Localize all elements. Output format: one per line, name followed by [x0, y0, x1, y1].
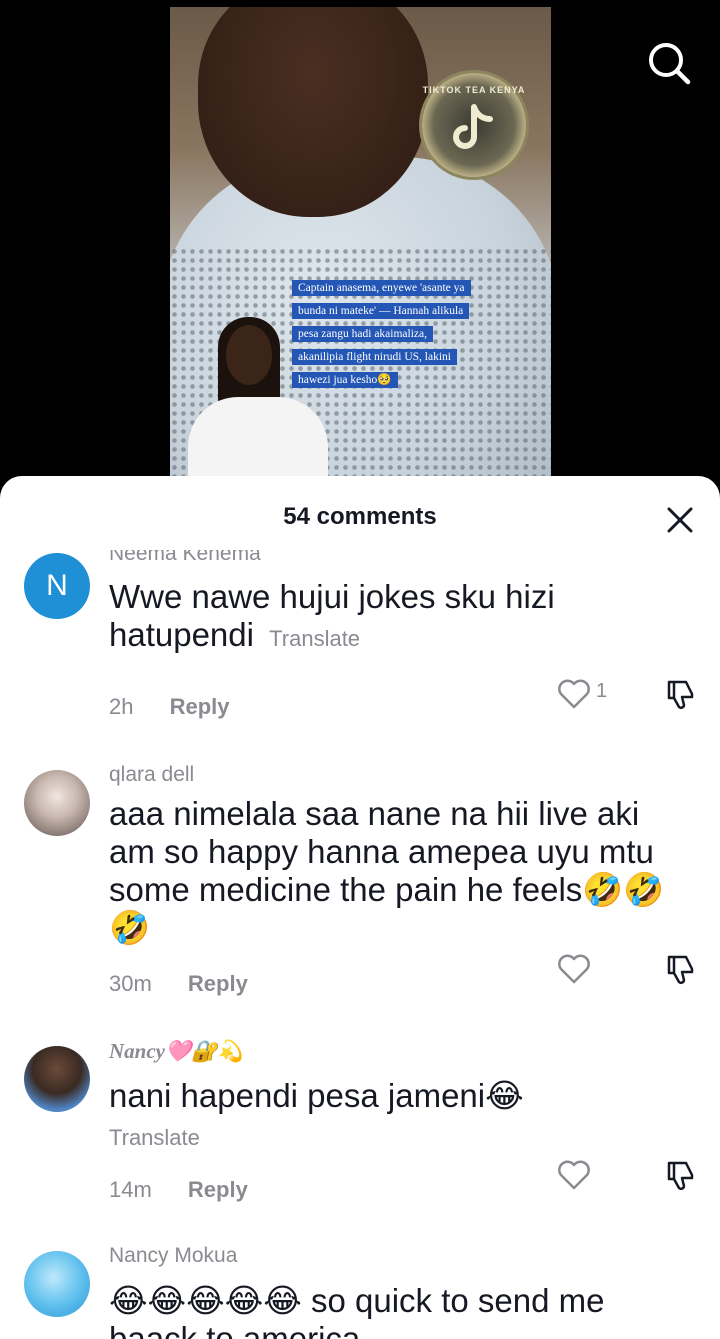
thumbs-down-icon — [667, 680, 694, 709]
like-button[interactable] — [557, 953, 591, 985]
caption-line: bunda ni mateke' — Hannah alikula — [292, 303, 470, 319]
search-icon — [649, 43, 691, 85]
caption-line: hawezi jua kesho🥺 — [292, 372, 398, 388]
close-icon — [667, 507, 693, 533]
video-frame: TIKTOK TEA KENYA Captain anasema, enyewe… — [170, 7, 551, 482]
search-button[interactable] — [646, 40, 692, 86]
avatar[interactable] — [24, 770, 90, 836]
close-button[interactable] — [664, 504, 696, 536]
comments-count-title: 54 comments — [283, 503, 437, 530]
comment-meta: 14m Reply — [109, 1177, 248, 1203]
dislike-button[interactable] — [664, 1159, 698, 1191]
reply-button[interactable]: Reply — [188, 971, 248, 996]
comment-username[interactable]: qlara dell — [109, 763, 194, 787]
heart-icon — [558, 679, 590, 709]
avatar[interactable] — [24, 1046, 90, 1112]
woman-head — [226, 325, 272, 385]
reply-button[interactable]: Reply — [188, 1177, 248, 1202]
comment-meta: 30m Reply — [109, 971, 248, 997]
video-player[interactable]: TIKTOK TEA KENYA Captain anasema, enyewe… — [0, 0, 720, 500]
like-button[interactable] — [557, 678, 591, 710]
video-caption: Captain anasema, enyewe 'asante ya bunda… — [292, 277, 524, 392]
caption-line: Captain anasema, enyewe 'asante ya — [292, 280, 471, 296]
comment-meta: 2h Reply — [109, 694, 230, 720]
woman-dress — [188, 397, 328, 482]
thumbs-down-icon — [667, 1161, 694, 1190]
heart-icon — [558, 1160, 590, 1190]
comment-username[interactable]: Neema Kenema — [109, 550, 261, 566]
comment-text: 😂😂😂😂😂 so quick to send me baack to ameri… — [109, 1282, 605, 1339]
reply-button[interactable]: Reply — [170, 694, 230, 719]
comment-time: 2h — [109, 694, 134, 719]
dislike-button[interactable] — [664, 953, 698, 985]
comment-username[interactable]: Nancy🩷🔐💫 — [109, 1039, 243, 1064]
comment-username[interactable]: Nancy Mokua — [109, 1244, 237, 1268]
comment-text: nani hapendi pesa jameni😂 — [109, 1077, 524, 1114]
caption-line: pesa zangu hadi akaimaliza, — [292, 326, 433, 342]
comment-time: 14m — [109, 1177, 152, 1202]
like-button[interactable] — [557, 1159, 591, 1191]
translate-link[interactable]: Translate — [109, 1125, 200, 1151]
avatar-letter: N — [46, 569, 68, 602]
like-count: 1 — [596, 680, 608, 702]
caption-line: akanilipia flight nirudi US, lakini — [292, 349, 457, 365]
dislike-button[interactable] — [664, 678, 698, 710]
tiktok-logo-icon — [453, 104, 493, 149]
heart-icon — [558, 954, 590, 984]
comment-text: Wwe nawe hujui jokes sku hizi hatupendi … — [109, 578, 669, 658]
comment-text: aaa nimelala saa nane na hii live aki am… — [109, 795, 665, 946]
tiktok-tea-kenya-badge: TIKTOK TEA KENYA — [422, 73, 526, 177]
comments-sheet: 54 comments N Neema Kenema Wwe nawe huju… — [0, 476, 720, 1339]
thumbs-down-icon — [667, 955, 694, 984]
translate-link[interactable]: Translate — [269, 626, 360, 651]
avatar[interactable] — [24, 1251, 90, 1317]
avatar[interactable]: N — [24, 553, 90, 619]
comment-time: 30m — [109, 971, 152, 996]
